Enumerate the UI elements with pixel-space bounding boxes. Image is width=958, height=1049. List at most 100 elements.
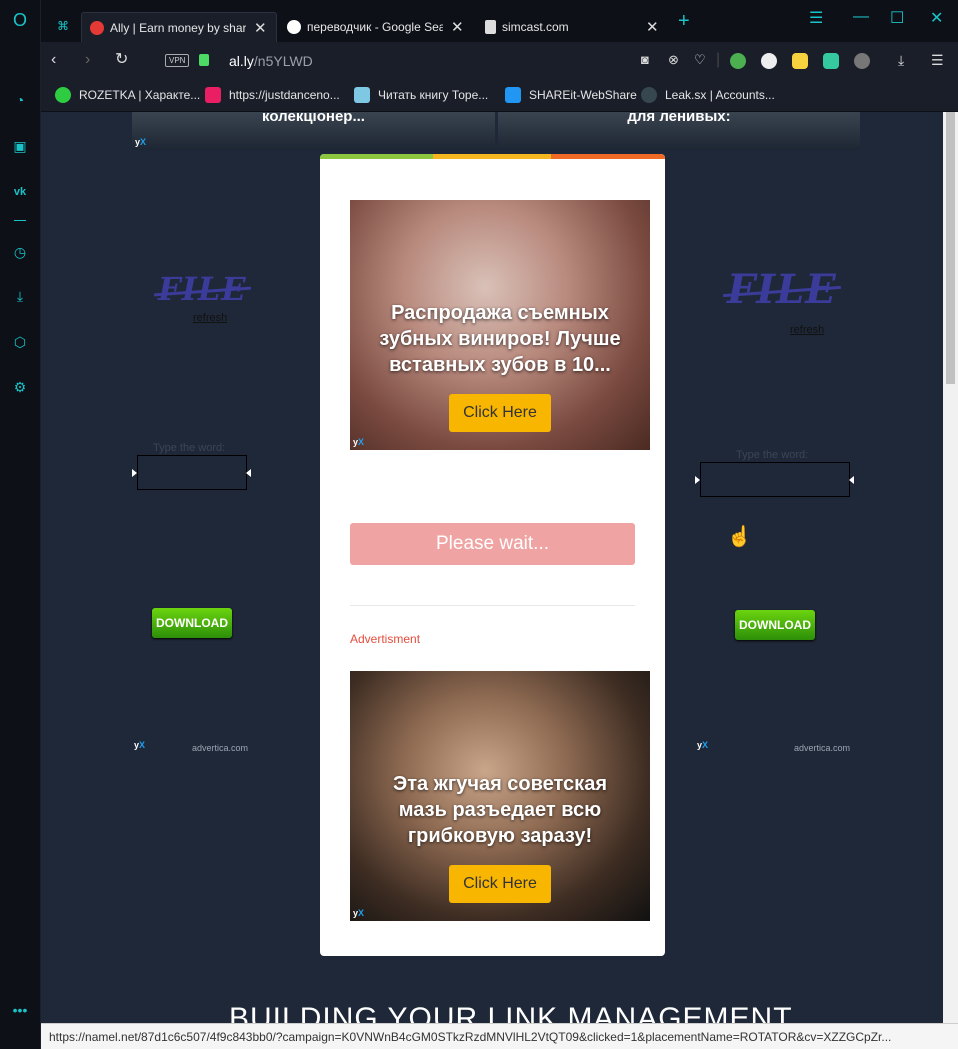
opera-sidebar: O ◔ ▣ vk ◷ ⤓ ⬡ ⚙ ••• xyxy=(0,0,41,1049)
camera-icon[interactable]: ◙ xyxy=(641,52,649,68)
yx-logo-icon: yX xyxy=(353,908,365,918)
captcha-input[interactable] xyxy=(137,455,247,490)
arrow-left-icon xyxy=(246,469,251,477)
page-viewport: колекціонер... yX для ленивых: FILE refr… xyxy=(41,112,943,1049)
speed-dial-icon[interactable]: ◔ xyxy=(8,88,32,112)
history-icon[interactable]: ◷ xyxy=(8,240,32,264)
top-ad-right[interactable]: для ленивых: xyxy=(498,112,860,150)
lock-icon[interactable] xyxy=(199,54,209,66)
please-wait-button[interactable]: Please wait... xyxy=(350,523,635,565)
bookmarks-bar: ROZETKA | Характе... https://justdanceno… xyxy=(41,80,958,112)
twitch-icon[interactable]: ▣ xyxy=(8,134,32,158)
ad-click-here-button[interactable]: Click Here xyxy=(449,394,551,432)
bookmark-item[interactable]: Читать книгу Торе... xyxy=(354,87,488,103)
download-icon[interactable]: ⤓ xyxy=(898,52,904,68)
justdance-icon xyxy=(205,87,221,103)
extension-share-icon[interactable] xyxy=(761,53,777,69)
sidebar-divider xyxy=(14,220,26,221)
forward-icon[interactable]: › xyxy=(85,52,90,68)
yx-logo-icon: yX xyxy=(134,740,146,750)
download-button[interactable]: DOWNLOAD xyxy=(735,610,815,640)
extension-green-icon[interactable] xyxy=(730,53,746,69)
modal-stripe xyxy=(320,154,433,159)
hand-cursor-icon: ☝ xyxy=(727,526,752,548)
bookmark-item[interactable]: Leak.sx | Accounts... xyxy=(641,87,775,103)
refresh-link[interactable]: refresh xyxy=(193,312,227,324)
advertica-link[interactable]: advertica.com xyxy=(794,743,850,753)
tab-google-search[interactable]: переводчик - Google Searc ✕ xyxy=(279,12,475,42)
gamepad-icon[interactable]: ⌘ xyxy=(51,14,75,38)
more-options-icon[interactable]: ••• xyxy=(8,998,32,1022)
shareit-icon xyxy=(505,87,521,103)
rozetka-icon xyxy=(55,87,71,103)
leak-icon xyxy=(641,87,657,103)
file-logo: FILE xyxy=(727,266,837,313)
advertisement-label: Advertisment xyxy=(350,632,421,646)
bookmark-item[interactable]: ROZETKA | Характе... xyxy=(55,87,200,103)
url-field[interactable]: al.ly/n5YLWD xyxy=(229,53,313,69)
menu-icon[interactable]: ☰ xyxy=(931,52,944,68)
address-bar: ‹ › ↻ VPN al.ly/n5YLWD ◙ ⊗ ♡ | ⤓ ☰ xyxy=(41,42,958,80)
arrow-left-icon xyxy=(849,476,854,484)
book-icon xyxy=(354,87,370,103)
bookmark-item[interactable]: SHAREit-WebShare xyxy=(505,87,637,103)
download-button[interactable]: DOWNLOAD xyxy=(152,608,232,638)
google-favicon-icon xyxy=(287,20,301,34)
reload-icon[interactable]: ↻ xyxy=(115,52,128,68)
vpn-badge[interactable]: VPN xyxy=(165,54,190,67)
tab-ally[interactable]: Ally | Earn money by sharin ✕ xyxy=(81,12,277,42)
separator-icon: | xyxy=(716,51,721,68)
bookmark-label: ROZETKA | Характе... xyxy=(79,88,201,102)
ad-headline: Эта жгучая советская мазь разъедает всю … xyxy=(393,773,607,847)
extension-yellow-icon[interactable] xyxy=(792,53,808,69)
scrollbar-thumb[interactable] xyxy=(946,112,955,384)
bookmark-label: https://justdanceno... xyxy=(229,88,340,102)
tab-close-icon[interactable]: ✕ xyxy=(646,18,659,36)
bookmark-label: Читать книгу Торе... xyxy=(378,88,489,102)
captcha-input[interactable] xyxy=(700,462,850,497)
modal-stripe xyxy=(551,154,665,159)
new-tab-button[interactable]: + xyxy=(678,10,690,33)
top-ad-left[interactable]: колекціонер... yX xyxy=(132,112,495,150)
easy-setup-icon[interactable]: ☰ xyxy=(809,8,823,28)
heart-icon[interactable]: ♡ xyxy=(694,52,706,68)
vk-icon[interactable]: vk xyxy=(8,180,32,204)
type-word-label: Type the word: xyxy=(736,449,809,461)
adblock-icon[interactable]: ⊗ xyxy=(668,52,679,68)
tab-title: simcast.com xyxy=(502,20,569,34)
minimize-button[interactable]: — xyxy=(853,8,869,26)
downloads-icon[interactable]: ⤓ xyxy=(8,284,32,308)
tab-strip: ⌘ Ally | Earn money by sharin ✕ переводч… xyxy=(41,0,958,42)
maximize-button[interactable]: ☐ xyxy=(890,8,904,28)
yx-logo-icon: yX xyxy=(697,740,709,750)
page-scrollbar[interactable] xyxy=(943,112,958,1049)
bookmark-label: Leak.sx | Accounts... xyxy=(665,88,775,102)
advertica-link[interactable]: advertica.com xyxy=(192,743,248,753)
tab-title: переводчик - Google Searc xyxy=(307,20,443,34)
back-icon[interactable]: ‹ xyxy=(51,52,56,68)
bookmark-item[interactable]: https://justdanceno... xyxy=(205,87,340,103)
yx-logo-icon: yX xyxy=(353,437,365,447)
ad-click-here-button[interactable]: Click Here xyxy=(449,865,551,903)
bookmark-label: SHAREit-WebShare xyxy=(529,88,637,102)
modal-divider xyxy=(350,605,635,606)
status-bar-url: https://namel.net/87d1c6c507/4f9c843bb0/… xyxy=(41,1023,958,1049)
settings-gear-icon[interactable]: ⚙ xyxy=(8,375,32,399)
extensions-icon[interactable]: ⬡ xyxy=(8,330,32,354)
ad-banner-ointment[interactable]: Эта жгучая советская мазь разъедает всю … xyxy=(350,671,650,921)
tab-close-icon[interactable]: ✕ xyxy=(451,18,464,36)
ad-headline: Распродажа съемных зубных виниров! Лучше… xyxy=(379,302,621,376)
top-ad-text: для ленивых: xyxy=(627,112,731,125)
extension-teal-icon[interactable] xyxy=(823,53,839,69)
url-host: al.ly xyxy=(229,53,254,69)
tab-close-icon[interactable]: ✕ xyxy=(254,19,267,37)
extension-gray-icon[interactable] xyxy=(854,53,870,69)
type-word-label: Type the word: xyxy=(153,442,226,454)
close-window-button[interactable]: ✕ xyxy=(930,8,943,28)
tab-simcast[interactable]: simcast.com ✕ xyxy=(477,12,673,42)
ad-banner-teeth[interactable]: Распродажа съемных зубных виниров! Лучше… xyxy=(350,200,650,450)
refresh-link[interactable]: refresh xyxy=(790,324,824,336)
opera-logo-icon[interactable]: O xyxy=(8,8,32,32)
top-ad-text: колекціонер... xyxy=(262,112,365,125)
wait-modal: Распродажа съемных зубных виниров! Лучше… xyxy=(320,154,665,956)
